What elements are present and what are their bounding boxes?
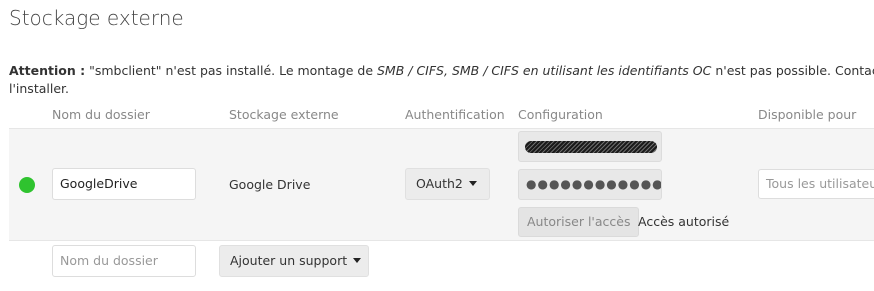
header-configuration: Configuration — [518, 107, 603, 122]
row-divider-top — [9, 128, 874, 129]
row-divider-bottom — [9, 240, 874, 241]
redacted-scribble — [525, 141, 657, 153]
storage-type: Google Drive — [229, 177, 311, 192]
smbclient-warning: Attention : "smbclient" n'est pas instal… — [9, 62, 874, 98]
header-folder-name: Nom du dossier — [52, 107, 150, 122]
config-client-secret-field[interactable]: ●●●●●●●●●●●●●●●●● — [518, 169, 662, 200]
warning-label: Attention : — [9, 63, 86, 78]
caret-down-icon — [353, 258, 362, 263]
warning-text-2: n'est pas possible. Contactez votre a — [715, 63, 874, 78]
warning-italic: SMB / CIFS, SMB / CIFS en utilisant les … — [377, 63, 712, 78]
header-available-for: Disponible pour — [758, 107, 857, 122]
available-for-input[interactable]: Tous les utilisateurs — [758, 169, 874, 199]
secret-mask: ●●●●●●●●●●●●●●●●● — [526, 177, 661, 191]
folder-name-input[interactable]: GoogleDrive — [52, 168, 196, 200]
authentication-value: OAuth2 — [416, 176, 463, 191]
header-authentication: Authentification — [405, 107, 505, 122]
add-storage-label: Ajouter un support — [230, 253, 348, 268]
page-title: Stockage externe — [9, 6, 184, 30]
header-external-storage: Stockage externe — [229, 107, 339, 122]
warning-text-1: "smbclient" n'est pas installé. Le monta… — [85, 63, 377, 78]
new-folder-name-input[interactable]: Nom du dossier — [52, 245, 196, 277]
access-status-text: Accès autorisé — [638, 214, 730, 229]
warning-line-2: l'installer. — [9, 81, 69, 96]
config-client-id-field[interactable] — [518, 131, 662, 162]
caret-down-icon — [468, 181, 477, 186]
add-storage-button[interactable]: Ajouter un support — [219, 245, 369, 277]
status-indicator-icon — [19, 177, 35, 193]
authentication-dropdown[interactable]: OAuth2 — [405, 168, 490, 200]
authorize-access-button[interactable]: Autoriser l'accès — [518, 207, 640, 237]
